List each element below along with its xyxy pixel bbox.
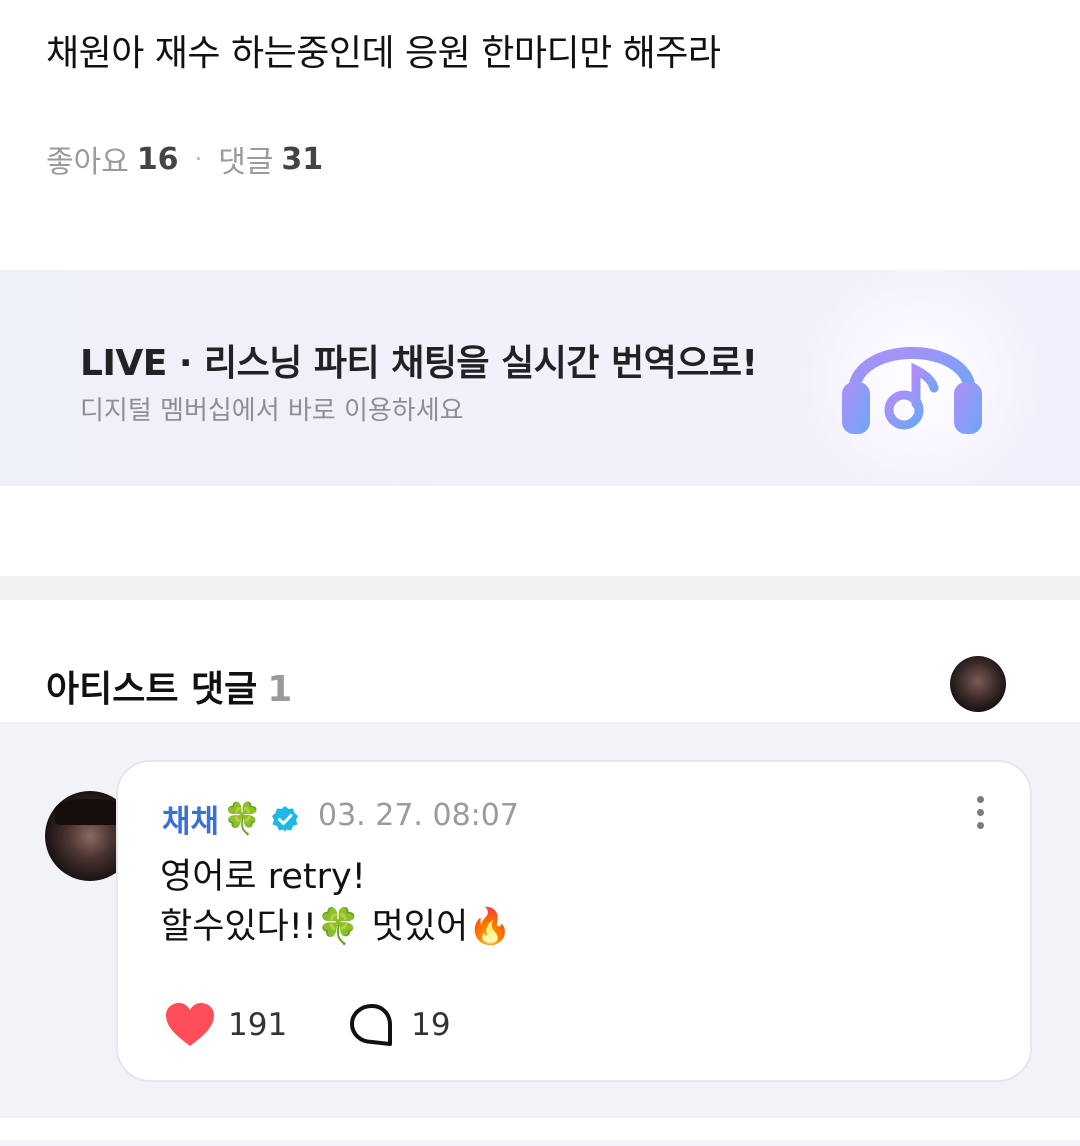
like-count: 191 bbox=[228, 1007, 288, 1043]
comments-count[interactable]: 31 bbox=[281, 142, 323, 177]
banner-subtitle: 디지털 멤버십에서 바로 이용하세요 bbox=[80, 396, 464, 426]
bottom-divider bbox=[0, 1140, 1080, 1146]
comment-actions: 191 19 bbox=[164, 1002, 451, 1048]
verified-badge-icon bbox=[271, 805, 298, 832]
comment-body: 영어로 retry! 할수있다!!🍀 멋있어🔥 bbox=[160, 852, 512, 952]
comment-line-2: 할수있다!!🍀 멋있어🔥 bbox=[160, 902, 512, 952]
likes-label: 좋아요 bbox=[46, 145, 129, 180]
comments-label[interactable]: 댓글 bbox=[218, 137, 273, 181]
author-emoji: 🍀 bbox=[223, 801, 262, 837]
stats-separator: · bbox=[194, 145, 203, 173]
comment-date: 03. 27. 08:07 bbox=[318, 798, 519, 833]
artist-comments-count: 1 bbox=[267, 669, 293, 710]
reply-count: 19 bbox=[411, 1007, 451, 1043]
headphones-music-note-icon bbox=[842, 347, 982, 434]
comment-author[interactable]: 채채 🍀 bbox=[162, 796, 300, 841]
reply-bubble-icon[interactable] bbox=[349, 1003, 395, 1047]
heart-icon[interactable] bbox=[164, 1002, 216, 1048]
clover-emoji: 🍀 bbox=[316, 907, 361, 947]
section-divider bbox=[0, 576, 1080, 600]
author-name: 채채 bbox=[162, 804, 220, 840]
artist-comments-heading: 아티스트 댓글 1 bbox=[46, 660, 292, 712]
live-promo-banner[interactable]: LIVE · 리스닝 파티 채팅을 실시간 번역으로! 디지털 멤버십에서 바로… bbox=[0, 270, 1080, 486]
comment-line-2-a: 할수있다!! bbox=[160, 907, 317, 947]
artist-comment-card[interactable]: 채채 🍀 03. 27. 08:07 영어로 retry! 할수있다!!🍀 멋있… bbox=[116, 760, 1032, 1082]
more-options-icon[interactable] bbox=[968, 796, 992, 836]
fire-emoji: 🔥 bbox=[468, 907, 512, 947]
likes-count: 16 bbox=[136, 141, 179, 177]
post-title: 채원아 재수 하는중인데 응원 한마디만 해주라 bbox=[46, 33, 721, 74]
artist-avatar-small[interactable] bbox=[950, 656, 1006, 712]
banner-title: LIVE · 리스닝 파티 채팅을 실시간 번역으로! bbox=[80, 343, 758, 384]
comment-line-2-b: 멋있어 bbox=[360, 907, 469, 947]
comment-line-1: 영어로 retry! bbox=[160, 857, 366, 897]
post-stats: 좋아요 16 · 댓글 31 bbox=[46, 137, 323, 181]
artist-comments-label: 아티스트 댓글 bbox=[46, 669, 258, 710]
